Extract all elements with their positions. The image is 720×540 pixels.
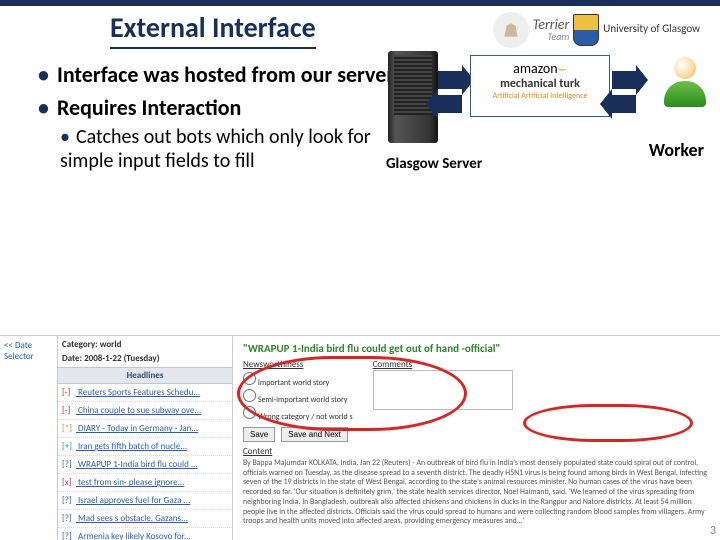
category-label: Category: world [58,336,232,353]
slide-header: External Interface TerrierTeam Universit… [0,6,720,49]
headlines-header: Headlines [58,367,232,384]
date-label: Date: 2008-1-22 (Tuesday) [58,353,232,367]
article-body: By Bappa Majumdar KOLKATA, India, Jan 22… [243,459,710,527]
headline-item[interactable]: [-] China couple to sue subway ove... [58,402,232,420]
headline-item[interactable]: [?] Armenia key likely Kosovo for... [58,528,232,540]
headline-item[interactable]: [-] Reuters Sports Features Schedu... [58,384,232,402]
date-selector-link[interactable]: << Date Selector [0,336,57,366]
mturk-box: amazon⌣ mechanical turk Artificial Artif… [470,55,610,117]
headline-item[interactable]: [*] DIARY - Today in Germany - Jan... [58,420,232,438]
headline-item[interactable]: [?] Israel approves fuel for Gaza ... [58,492,232,510]
embedded-ui-screenshot: << Date Selector Category: world Date: 2… [0,335,720,540]
arrow-right-icon [612,71,636,89]
architecture-diagram: amazon⌣ mechanical turk Artificial Artif… [388,51,708,151]
mturk-name: mechanical turk [477,77,603,91]
headlines-panel: Category: world Date: 2008-1-22 (Tuesday… [58,336,233,540]
terrier-dog-icon [493,12,529,48]
save-button[interactable]: Save [243,427,275,442]
glasgow-shield-icon [573,14,599,46]
terrier-logo-text: TerrierTeam [533,18,570,42]
arrow-left-icon [438,95,462,113]
glasgow-logo-text: University of Glasgow [603,23,700,35]
worker-label: Worker [649,139,704,161]
page-title: External Interface [110,10,316,49]
worker-person-icon [664,57,706,109]
headline-item[interactable]: [?] Mad sees s obstacle, Gazans... [58,510,232,528]
arrow-right-icon [438,71,462,89]
headline-item[interactable]: [?] WRAPUP 1-India bird flu could ... [58,456,232,474]
content-header: Content [243,446,710,457]
article-panel: "WRAPUP 1-India bird flu could get out o… [233,336,720,540]
article-title: "WRAPUP 1-India bird flu could get out o… [243,342,710,355]
headline-item[interactable]: [x] test from sin- please ignore... [58,474,232,492]
headline-item[interactable]: [+] Iran gets fifth batch of nucle... [58,438,232,456]
amazon-logo-text: amazon⌣ [477,60,603,77]
page-number: 3 [710,524,716,538]
arrow-left-icon [612,95,636,113]
annotation-oval-icon [237,356,467,431]
glasgow-server-label: Glasgow Server [386,157,482,173]
mturk-tagline: Artificial Artificial Intelligence [477,91,603,101]
annotation-oval-icon [523,404,693,442]
sub-bullet-bots: •Catches out bots which only look for si… [60,125,390,173]
logo-group: TerrierTeam University of Glasgow [493,12,700,48]
